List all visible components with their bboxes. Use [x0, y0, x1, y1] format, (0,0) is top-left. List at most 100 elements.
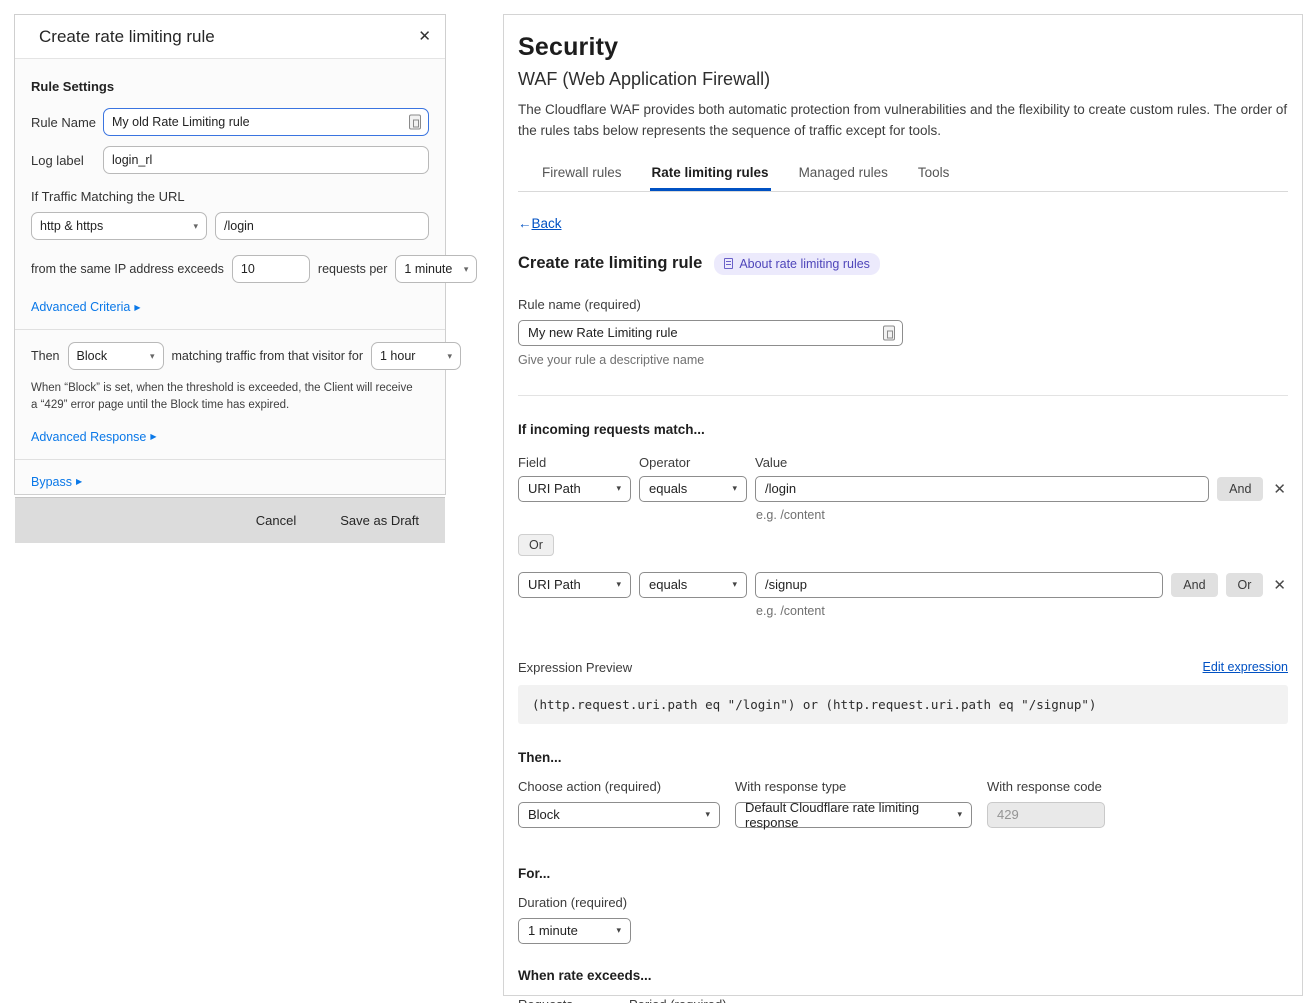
- response-code-input: 429: [987, 802, 1105, 828]
- divider: [15, 459, 445, 460]
- field-select[interactable]: URI Path ▾: [518, 572, 631, 598]
- about-rate-limiting-badge[interactable]: About rate limiting rules: [714, 253, 880, 275]
- operator-select[interactable]: equals ▾: [639, 476, 747, 502]
- page-title: Security: [518, 33, 1288, 62]
- rule-name-input[interactable]: My old Rate Limiting rule: [103, 108, 429, 136]
- duration-select[interactable]: 1 hour ▾: [371, 342, 461, 370]
- field-value: URI Path: [528, 481, 581, 496]
- triangle-right-icon: ▶: [76, 477, 82, 486]
- chevron-down-icon: ▾: [616, 579, 621, 590]
- dialog-footer: Cancel Save as Draft: [15, 497, 445, 543]
- response-type-value: Default Cloudflare rate limiting respons…: [745, 800, 951, 830]
- autofill-icon[interactable]: [883, 325, 895, 340]
- action-value: Block: [77, 349, 108, 363]
- url-input[interactable]: /login: [215, 212, 429, 240]
- rule-name-value: My new Rate Limiting rule: [528, 325, 678, 340]
- scheme-select[interactable]: http & https ▾: [31, 212, 207, 240]
- back-link[interactable]: ←Back: [518, 216, 562, 231]
- cancel-button[interactable]: Cancel: [256, 513, 296, 528]
- chevron-down-icon: ▾: [447, 351, 452, 362]
- chevron-down-icon: ▾: [464, 264, 469, 275]
- value-hint: e.g. /content: [756, 604, 1288, 618]
- screenshot-stage: Create rate limiting rule ✕ Rule Setting…: [0, 0, 1316, 1003]
- action-select[interactable]: Block ▾: [68, 342, 164, 370]
- autofill-icon[interactable]: [409, 115, 421, 130]
- operator-select[interactable]: equals ▾: [639, 572, 747, 598]
- duration-select[interactable]: 1 minute ▾: [518, 918, 631, 944]
- page-description: The Cloudflare WAF provides both automat…: [518, 100, 1288, 142]
- value-input[interactable]: /login: [755, 476, 1209, 502]
- tab-managed-rules[interactable]: Managed rules: [797, 159, 890, 191]
- action-label: Choose action (required): [518, 779, 720, 794]
- operator-column-label: Operator: [639, 455, 747, 470]
- period-value: 1 minute: [404, 262, 452, 276]
- rule-name-row: Rule Name My old Rate Limiting rule: [31, 108, 429, 136]
- save-as-draft-button[interactable]: Save as Draft: [340, 513, 419, 528]
- remove-row-icon[interactable]: ✕: [1271, 576, 1288, 594]
- rule-name-value: My old Rate Limiting rule: [112, 115, 250, 129]
- response-code-label: With response code: [987, 779, 1105, 794]
- operator-value: equals: [649, 577, 687, 592]
- tab-rate-limiting-rules[interactable]: Rate limiting rules: [650, 159, 771, 191]
- divider: [15, 329, 445, 330]
- or-connector-button[interactable]: Or: [518, 534, 554, 556]
- log-label-row: Log label login_rl: [31, 146, 429, 174]
- value-column-label: Value: [755, 455, 1288, 470]
- rule-name-label: Rule name (required): [518, 297, 1288, 312]
- period-label: Period (required): [629, 997, 727, 1003]
- log-label-label: Log label: [31, 153, 103, 168]
- advanced-criteria-label: Advanced Criteria: [31, 300, 130, 314]
- then-label: Then: [31, 349, 60, 363]
- badge-label: About rate limiting rules: [739, 257, 870, 271]
- advanced-criteria-link[interactable]: Advanced Criteria ▶: [31, 300, 141, 314]
- action-select[interactable]: Block ▾: [518, 802, 720, 828]
- bypass-label: Bypass: [31, 475, 72, 489]
- url-match-row: http & https ▾ /login: [31, 212, 429, 240]
- value-input[interactable]: /signup: [755, 572, 1163, 598]
- and-button[interactable]: And: [1217, 477, 1263, 501]
- url-value: /login: [224, 219, 254, 233]
- requests-value: 10: [241, 262, 255, 276]
- action-value: Block: [528, 807, 560, 822]
- field-select[interactable]: URI Path ▾: [518, 476, 631, 502]
- tab-tools[interactable]: Tools: [916, 159, 952, 191]
- duration-value: 1 minute: [528, 923, 578, 938]
- dialog-body: Rule Settings Rule Name My old Rate Limi…: [15, 59, 445, 497]
- response-type-label: With response type: [735, 779, 972, 794]
- match-row: URI Path ▾ equals ▾ /login And ✕: [518, 476, 1288, 502]
- response-type-select[interactable]: Default Cloudflare rate limiting respons…: [735, 802, 972, 828]
- divider: [518, 395, 1288, 396]
- chevron-down-icon: ▾: [957, 809, 962, 820]
- bypass-link[interactable]: Bypass ▶: [31, 475, 82, 489]
- and-button[interactable]: And: [1171, 573, 1217, 597]
- log-label-input[interactable]: login_rl: [103, 146, 429, 174]
- triangle-right-icon: ▶: [134, 303, 140, 312]
- block-note: When “Block” is set, when the threshold …: [31, 380, 421, 415]
- field-value: URI Path: [528, 577, 581, 592]
- close-icon[interactable]: ✕: [418, 29, 431, 44]
- requests-input[interactable]: 10: [232, 255, 310, 283]
- then-heading: Then...: [518, 750, 1288, 765]
- remove-row-icon[interactable]: ✕: [1271, 480, 1288, 498]
- duration-label: Duration (required): [518, 895, 1288, 910]
- back-label: Back: [532, 216, 562, 231]
- rule-name-help: Give your rule a descriptive name: [518, 353, 1288, 367]
- chevron-down-icon: ▾: [150, 351, 155, 362]
- duration-value: 1 hour: [380, 349, 415, 363]
- period-select[interactable]: 1 minute ▾: [395, 255, 477, 283]
- tab-firewall-rules[interactable]: Firewall rules: [540, 159, 624, 191]
- value-text: /login: [765, 481, 796, 496]
- requests-per-label: requests per: [318, 262, 387, 276]
- value-text: /signup: [765, 577, 807, 592]
- edit-expression-link[interactable]: Edit expression: [1203, 660, 1288, 674]
- dialog-title: Create rate limiting rule: [39, 27, 215, 47]
- or-button[interactable]: Or: [1226, 573, 1264, 597]
- log-label-value: login_rl: [112, 153, 152, 167]
- value-hint: e.g. /content: [756, 508, 1288, 522]
- expression-preview-label: Expression Preview: [518, 660, 632, 675]
- rule-name-input[interactable]: My new Rate Limiting rule: [518, 320, 903, 346]
- chevron-down-icon: ▾: [732, 483, 737, 494]
- chevron-down-icon: ▾: [616, 925, 621, 936]
- rule-settings-heading: Rule Settings: [31, 79, 429, 94]
- advanced-response-link[interactable]: Advanced Response▶: [31, 430, 157, 444]
